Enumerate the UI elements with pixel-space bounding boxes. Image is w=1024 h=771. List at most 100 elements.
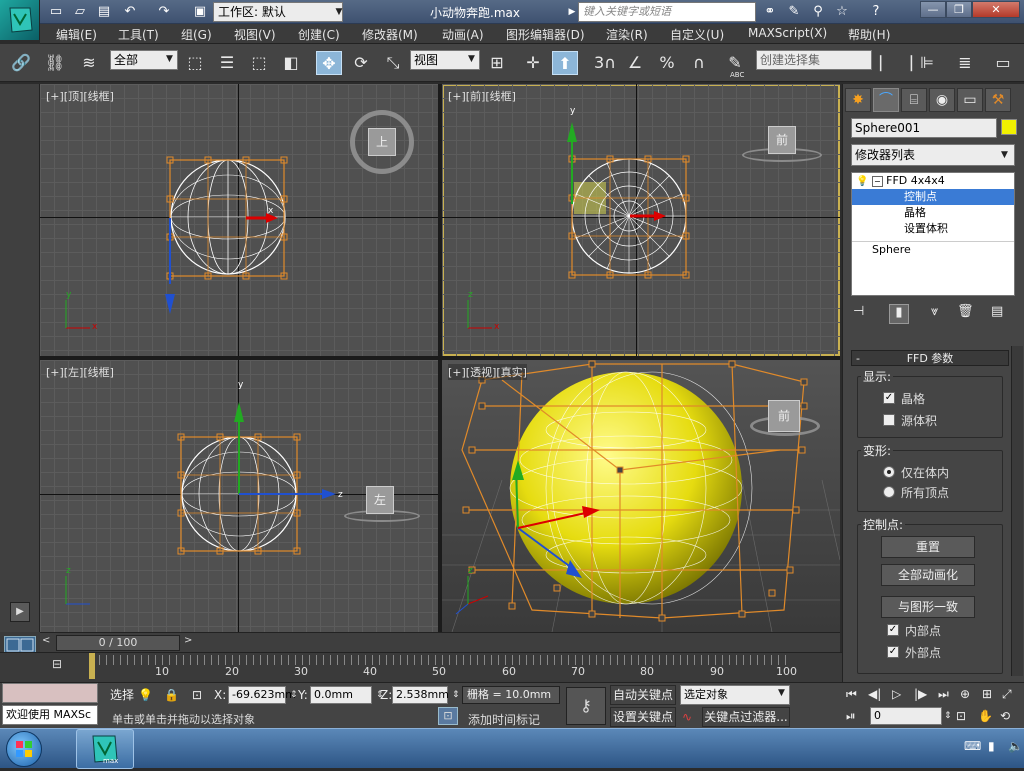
help-icon[interactable]: ? [866, 3, 886, 21]
menu-customize[interactable]: 自定义(U) [670, 26, 724, 43]
favorites-star-icon[interactable]: ☆ [832, 3, 852, 21]
viewport-label[interactable]: [+][顶][线框] [46, 88, 114, 104]
animate-all-button[interactable]: 全部动画化 [881, 564, 975, 586]
menu-help[interactable]: 帮助(H) [848, 26, 890, 43]
new-file-icon[interactable]: ▭ [46, 3, 66, 21]
stack-item-sphere[interactable]: Sphere [852, 241, 1014, 257]
set-key-icon[interactable]: ⚷ [566, 687, 606, 725]
view-cube[interactable]: 左 [366, 486, 394, 514]
pan-hand-icon[interactable]: ✋ [978, 706, 993, 726]
snaps-toggle-icon[interactable]: 3∩ [592, 51, 618, 75]
rollout-header-ffd-params[interactable]: - FFD 参数 [851, 350, 1009, 366]
absolute-mode-icon[interactable]: ⊡ [192, 685, 202, 705]
keyboard-tray-icon[interactable]: ⌨ [964, 739, 981, 753]
menu-graph-editors[interactable]: 图形编辑器(D) [506, 26, 585, 43]
inside-points-checkbox[interactable]: ✓ [887, 624, 899, 636]
communication-center-icon[interactable]: ✎ [784, 3, 804, 21]
add-time-tag-button[interactable]: 添加时间标记 [468, 711, 540, 728]
key-selection-dropdown[interactable]: 选定对象 [680, 685, 790, 705]
keyboard-shortcut-override-icon[interactable]: ⬆ [552, 51, 578, 75]
view-cube[interactable]: 前 [768, 126, 796, 154]
play-icon[interactable]: ▷ [892, 684, 901, 704]
outside-points-checkbox[interactable]: ✓ [887, 646, 899, 658]
key-filter-curve-icon[interactable]: ∿ [682, 707, 692, 727]
curve-editor-icon[interactable]: ▭ [990, 51, 1016, 75]
menu-animation[interactable]: 动画(A) [442, 26, 484, 43]
source-volume-checkbox[interactable] [883, 414, 895, 426]
frame-spinner-icon[interactable]: ⇕ [944, 706, 952, 726]
tab-modify[interactable]: ⌒ [873, 88, 899, 112]
all-vertices-radio[interactable] [883, 486, 895, 498]
key-filters-button[interactable]: 关键点过滤器... [702, 707, 790, 727]
panel-scrollbar[interactable] [1011, 346, 1023, 676]
menu-create[interactable]: 创建(C) [298, 26, 340, 43]
time-cursor[interactable] [89, 653, 95, 679]
mirror-icon[interactable]: ⎸⎹ [880, 51, 912, 75]
stack-item-ffd[interactable]: 💡 − FFD 4x4x4 [852, 173, 1014, 189]
align-icon[interactable]: ⊫ [914, 51, 940, 75]
auto-key-button[interactable]: 自动关键点 [610, 685, 676, 705]
select-and-rotate-icon[interactable]: ⟳ [348, 51, 374, 75]
z-coord-field[interactable]: 2.538mm [392, 686, 449, 704]
lightbulb-icon[interactable]: 💡 [856, 176, 868, 187]
modifier-stack[interactable]: 💡 − FFD 4x4x4 控制点 晶格 设置体积 Sphere [851, 172, 1015, 296]
reset-button[interactable]: 重置 [881, 536, 975, 558]
menu-tools[interactable]: 工具(T) [118, 26, 159, 43]
angle-snap-icon[interactable]: ∠ [622, 51, 648, 75]
y-coord-field[interactable]: 0.0mm [310, 686, 372, 704]
selection-lock-icon[interactable]: 🔒 [164, 685, 179, 705]
maximize-viewport-icon[interactable]: ⤢ [1002, 684, 1012, 704]
view-cube[interactable]: 前 [768, 400, 800, 432]
stack-item-control-points[interactable]: 控制点 [852, 189, 1014, 205]
window-crossing-icon[interactable]: ◧ [278, 51, 304, 75]
expand-ribbon-icon[interactable]: ▶ [10, 602, 30, 622]
zoom-plus-icon[interactable]: ⊕ [960, 684, 970, 704]
track-bar-ticks[interactable] [92, 655, 790, 665]
make-unique-icon[interactable]: ⩔ [931, 304, 938, 319]
maxscript-listener-white[interactable]: 欢迎使用 MAXSc [2, 705, 98, 725]
network-tray-icon[interactable]: ▮ [988, 739, 995, 753]
link-icon[interactable]: 🔗 [8, 51, 34, 75]
tab-hierarchy[interactable]: ⌸ [901, 88, 927, 112]
save-file-icon[interactable]: ▤ [94, 3, 114, 21]
spinner-snap-icon[interactable]: ∩ [686, 51, 712, 75]
open-file-icon[interactable]: ▱ [70, 3, 90, 21]
select-by-name-icon[interactable]: ☰ [214, 51, 240, 75]
prev-frame-icon[interactable]: ◀| [868, 684, 881, 704]
menu-edit[interactable]: 编辑(E) [56, 26, 97, 43]
time-tag-icon[interactable]: ⊡ [438, 707, 458, 725]
viewport-label[interactable]: [+][前][线框] [448, 88, 516, 104]
redo-icon[interactable]: ↷ [154, 3, 174, 21]
only-in-volume-radio[interactable] [883, 466, 895, 478]
object-name-field[interactable]: Sphere001 [851, 118, 997, 138]
tab-create[interactable]: ✸ [845, 88, 871, 112]
stack-item-set-volume[interactable]: 设置体积 [852, 221, 1014, 237]
time-slider[interactable]: 0 / 100 [56, 635, 180, 651]
unlink-icon[interactable]: ⛓ [42, 51, 68, 75]
app-logo[interactable] [0, 0, 40, 40]
bind-spacewarp-icon[interactable]: ≋ [76, 51, 102, 75]
x-spinner-icon[interactable]: ⇕ [290, 685, 298, 705]
goto-end-icon[interactable]: ⏭ [938, 684, 949, 704]
mini-curve-editor-icon[interactable]: ⊟ [52, 657, 62, 671]
menu-rendering[interactable]: 渲染(R) [606, 26, 648, 43]
percent-snap-icon[interactable]: % [654, 51, 680, 75]
z-spinner-icon[interactable]: ⇕ [452, 685, 460, 705]
tab-display[interactable]: ▭ [957, 88, 983, 112]
menu-modifiers[interactable]: 修改器(M) [362, 26, 418, 43]
viewport-top[interactable]: 上 y x x [+][顶][线框] [40, 84, 438, 356]
rectangular-selection-icon[interactable]: ⬚ [246, 51, 272, 75]
current-frame-field[interactable]: 0 [870, 707, 942, 725]
stack-item-lattice[interactable]: 晶格 [852, 205, 1014, 221]
next-frame-icon[interactable]: |▶ [914, 684, 927, 704]
isolate-bulb-icon[interactable]: 💡 [138, 685, 153, 705]
close-button[interactable]: ✕ [972, 1, 1020, 18]
workspace-dropdown[interactable]: 工作区: 默认 [213, 2, 343, 22]
chevron-down-icon[interactable]: ▼ [333, 2, 345, 22]
volume-tray-icon[interactable]: 🔈 [1008, 739, 1023, 753]
time-next-icon[interactable]: > [184, 635, 192, 646]
conform-to-shape-button[interactable]: 与图形一致 [881, 596, 975, 618]
viewport-left[interactable]: 左 y z z [+][左][线框] [40, 360, 438, 632]
object-color-swatch[interactable] [1001, 119, 1017, 135]
time-config-icon[interactable]: ⊡ [956, 706, 966, 726]
